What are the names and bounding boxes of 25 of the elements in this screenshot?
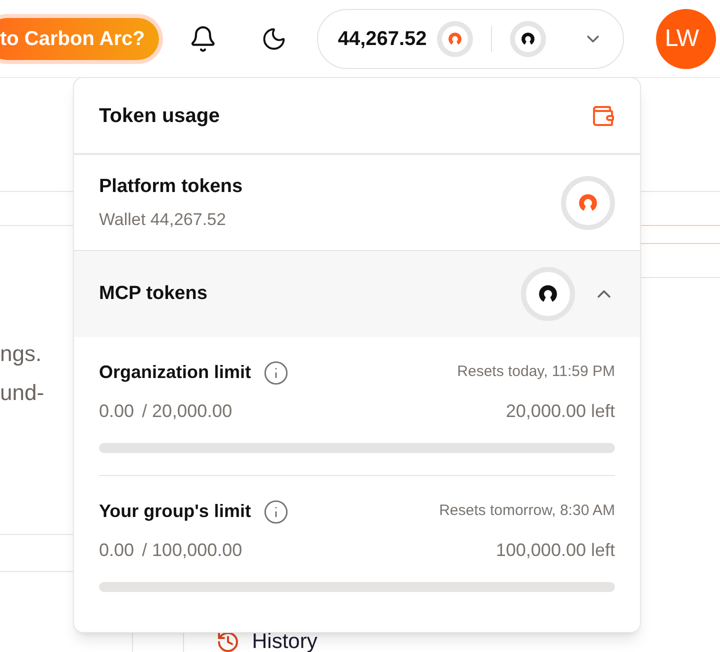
remaining-amount: 20,000.00 left bbox=[506, 400, 615, 423]
coin-icon bbox=[436, 20, 473, 56]
wallet-balance: Wallet 44,267.52 bbox=[99, 209, 227, 231]
notifications-icon[interactable] bbox=[188, 24, 217, 52]
used-amount: 0.00 bbox=[99, 539, 134, 562]
limit-title: Your group's limit bbox=[99, 500, 251, 523]
body-text: und- bbox=[0, 379, 46, 407]
used-amount: 0.00 bbox=[99, 400, 134, 423]
dark-mode-icon[interactable] bbox=[260, 26, 287, 52]
mcp-tokens-toggle[interactable]: MCP tokens bbox=[74, 251, 640, 337]
info-icon[interactable] bbox=[263, 360, 290, 386]
reset-time: Resets today, 11:59 PM bbox=[457, 362, 615, 382]
info-icon[interactable] bbox=[262, 498, 289, 524]
body-text: ngs. bbox=[0, 340, 43, 368]
limit-title: Organization limit bbox=[99, 361, 252, 384]
limit-total: / 20,000.00 bbox=[142, 400, 232, 423]
balance-button[interactable]: 44,267.52 bbox=[316, 8, 624, 68]
platform-tokens-title: Platform tokens bbox=[99, 174, 243, 198]
reset-time: Resets tomorrow, 8:30 AM bbox=[439, 501, 615, 522]
coin-icon bbox=[561, 176, 615, 230]
wallet-icon[interactable] bbox=[591, 104, 615, 128]
remaining-amount: 100,000.00 left bbox=[496, 539, 615, 562]
token-icon bbox=[510, 20, 546, 56]
limit-total: / 100,000.00 bbox=[142, 539, 242, 562]
menu-title: Token usage bbox=[99, 104, 220, 128]
